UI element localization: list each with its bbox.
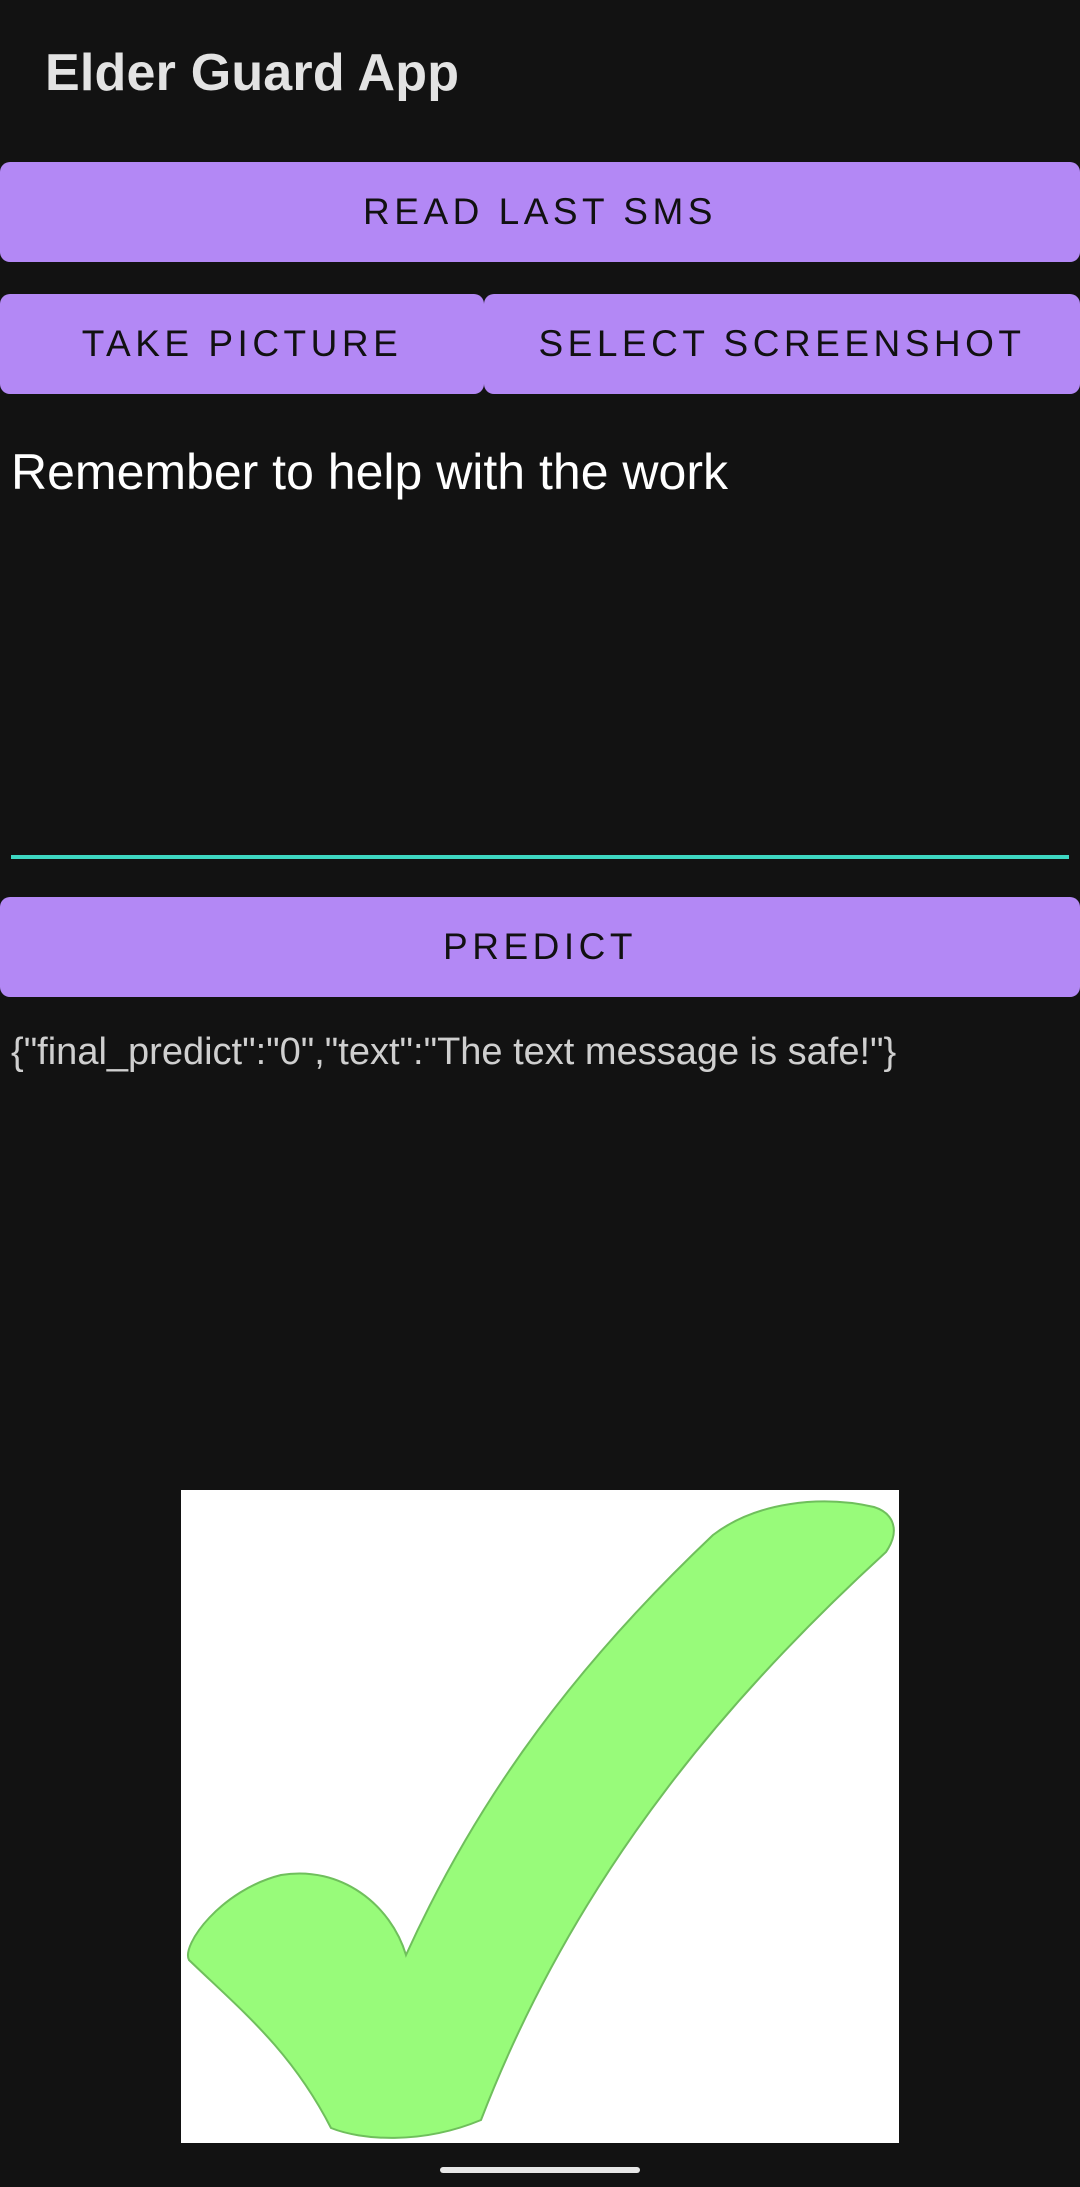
result-image (181, 1490, 899, 2143)
app-title: Elder Guard App (45, 44, 460, 102)
read-last-sms-button[interactable]: READ LAST SMS (0, 162, 1080, 262)
checkmark-icon (186, 1500, 895, 2139)
message-input[interactable]: Remember to help with the work (11, 430, 1069, 859)
predict-button[interactable]: PREDICT (0, 897, 1080, 997)
home-indicator[interactable] (440, 2167, 640, 2173)
select-screenshot-button[interactable]: SELECT SCREENSHOT (484, 294, 1080, 394)
prediction-result-text: {"final_predict":"0","text":"The text me… (11, 1031, 897, 1073)
system-navigation-bar (0, 2143, 1080, 2187)
message-input-text: Remember to help with the work (11, 444, 728, 500)
take-picture-button[interactable]: TAKE PICTURE (0, 294, 484, 394)
